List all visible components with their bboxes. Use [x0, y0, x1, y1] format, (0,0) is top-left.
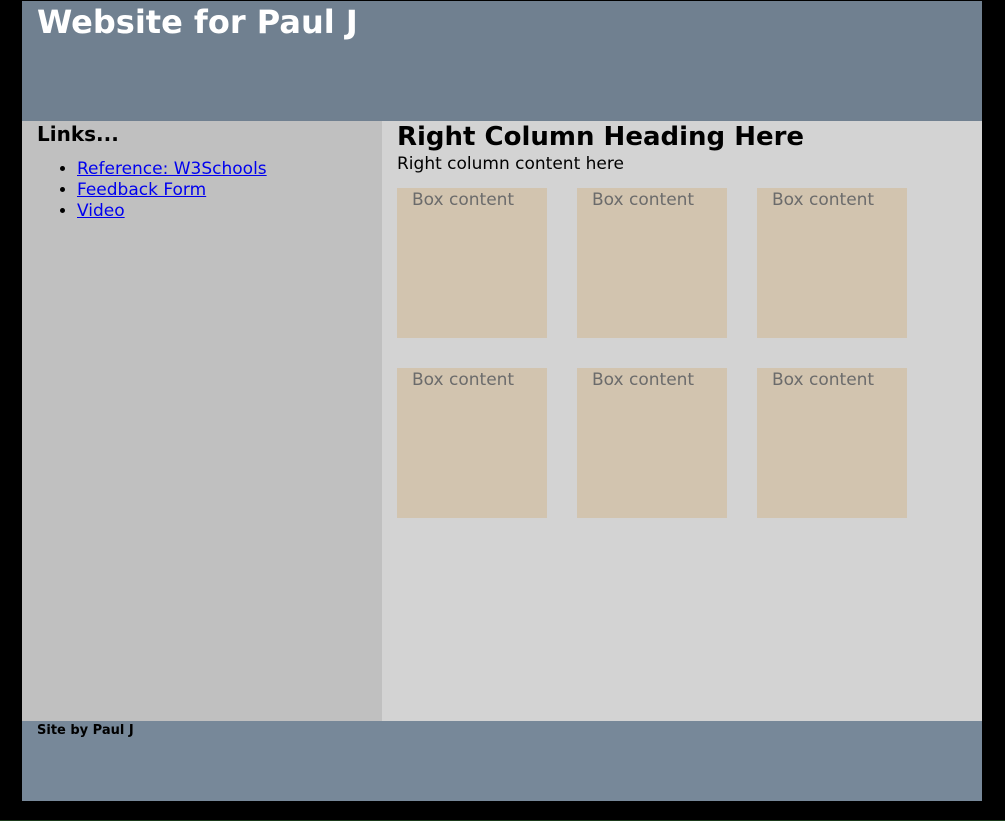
- site-header: Website for Paul J: [22, 1, 982, 121]
- list-item: Feedback Form: [77, 180, 267, 201]
- content-box: Box content: [577, 368, 727, 518]
- content-box: Box content: [397, 188, 547, 338]
- content-box: Box content: [397, 368, 547, 518]
- links-list: Reference: W3Schools Feedback Form Video: [37, 159, 267, 222]
- content-box: Box content: [757, 188, 907, 338]
- right-column-heading: Right Column Heading Here: [397, 122, 805, 152]
- site-footer: Site by Paul J: [22, 721, 982, 801]
- list-item: Video: [77, 201, 267, 222]
- link-video[interactable]: Video: [77, 201, 125, 221]
- content-box: Box content: [757, 368, 907, 518]
- content-box: Box content: [577, 188, 727, 338]
- link-reference-w3schools[interactable]: Reference: W3Schools: [77, 159, 267, 179]
- page-container: Website for Paul J Links... Reference: W…: [22, 1, 982, 801]
- site-title: Website for Paul J: [37, 3, 358, 41]
- right-column-text: Right column content here: [397, 154, 624, 174]
- link-feedback-form[interactable]: Feedback Form: [77, 180, 206, 200]
- footer-credit: Site by Paul J: [37, 723, 134, 738]
- left-column: Links... Reference: W3Schools Feedback F…: [22, 121, 382, 721]
- links-heading: Links...: [37, 122, 119, 146]
- list-item: Reference: W3Schools: [77, 159, 267, 180]
- right-column: Right Column Heading Here Right column c…: [382, 121, 982, 721]
